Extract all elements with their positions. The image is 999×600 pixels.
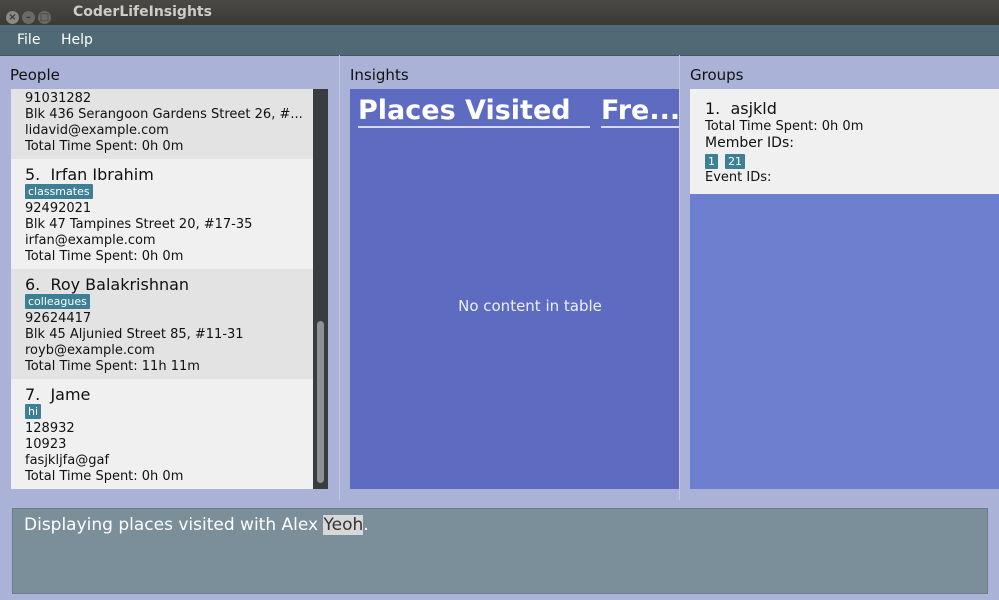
person-email: lidavid@example.com: [25, 123, 169, 138]
group-member-id-tag: 1: [705, 154, 718, 169]
person-name: 5. Irfan Ibrahim: [25, 165, 154, 184]
result-display[interactable]: Displaying places visited with Alex Yeoh…: [12, 508, 988, 594]
title-bar: × – □ CoderLifeInsights: [0, 0, 999, 25]
person-email: fasjkljfa@gaf: [25, 453, 110, 468]
group-event-ids-label: Event IDs:: [705, 170, 772, 185]
minimize-window-icon[interactable]: –: [22, 11, 35, 24]
people-panel-title: People: [10, 66, 60, 84]
person-address: Blk 47 Tampines Street 20, #17-35: [25, 217, 253, 232]
column-header-frequency[interactable]: Fre...: [601, 95, 679, 128]
column-header-places-visited[interactable]: Places Visited: [358, 95, 590, 128]
group-member-ids-label: Member IDs:: [705, 135, 794, 151]
person-phone: 128932: [25, 421, 75, 436]
person-name: 6. Roy Balakrishnan: [25, 275, 190, 294]
person-card[interactable]: 7. Jame hi 128932 10923 fasjkljfa@gaf To…: [11, 379, 313, 489]
person-time-spent: Total Time Spent: 0h 0m: [25, 139, 184, 154]
groups-panel-title: Groups: [690, 66, 744, 84]
panel-divider: [339, 55, 340, 500]
insights-panel-title: Insights: [350, 66, 409, 84]
person-address: Blk 436 Serangoon Gardens Street 26, #..…: [25, 107, 303, 122]
people-scrollbar[interactable]: [313, 89, 328, 489]
highlighted-text: Yeoh: [323, 515, 364, 535]
person-time-spent: Total Time Spent: 0h 0m: [25, 249, 184, 264]
person-tag: classmates: [25, 184, 93, 199]
menu-bar: File Help: [0, 25, 999, 56]
group-member-id-tag: 21: [725, 154, 745, 169]
person-phone: 91031282: [25, 91, 92, 106]
person-card[interactable]: 91031282 Blk 436 Serangoon Gardens Stree…: [11, 89, 313, 159]
person-address: 10923: [25, 437, 67, 452]
menu-file[interactable]: File: [17, 32, 40, 48]
person-phone: 92624417: [25, 311, 92, 326]
insights-table[interactable]: Places Visited Fre... No content in tabl…: [350, 89, 679, 489]
person-email: royb@example.com: [25, 343, 155, 358]
people-list[interactable]: 91031282 Blk 436 Serangoon Gardens Stree…: [11, 89, 313, 489]
person-name: 7. Jame: [25, 385, 91, 404]
group-card[interactable]: 1. asjkld Total Time Spent: 0h 0m Member…: [690, 89, 999, 194]
panel-divider: [679, 55, 680, 500]
scrollbar-thumb[interactable]: [317, 321, 324, 483]
empty-table-message: No content in table: [458, 297, 602, 315]
group-name: 1. asjkld: [705, 99, 777, 118]
person-card[interactable]: 5. Irfan Ibrahim classmates 92492021 Blk…: [11, 159, 313, 269]
person-tag: colleagues: [25, 294, 90, 309]
groups-list[interactable]: 1. asjkld Total Time Spent: 0h 0m Member…: [690, 89, 999, 489]
person-time-spent: Total Time Spent: 11h 11m: [25, 359, 200, 374]
person-email: irfan@example.com: [25, 233, 156, 248]
menu-help[interactable]: Help: [61, 32, 93, 48]
maximize-window-icon[interactable]: □: [38, 11, 51, 24]
person-tag: hi: [25, 404, 42, 419]
close-window-icon[interactable]: ×: [6, 11, 19, 24]
person-address: Blk 45 Aljunied Street 85, #11-31: [25, 327, 244, 342]
person-time-spent: Total Time Spent: 0h 0m: [25, 469, 184, 484]
result-message: Displaying places visited with Alex Yeoh…: [24, 515, 369, 535]
window-controls: × – □: [6, 5, 54, 24]
person-card[interactable]: 6. Roy Balakrishnan colleagues 92624417 …: [11, 269, 313, 379]
window-title: CoderLifeInsights: [73, 4, 212, 20]
group-time-spent: Total Time Spent: 0h 0m: [705, 119, 864, 134]
person-phone: 92492021: [25, 201, 92, 216]
